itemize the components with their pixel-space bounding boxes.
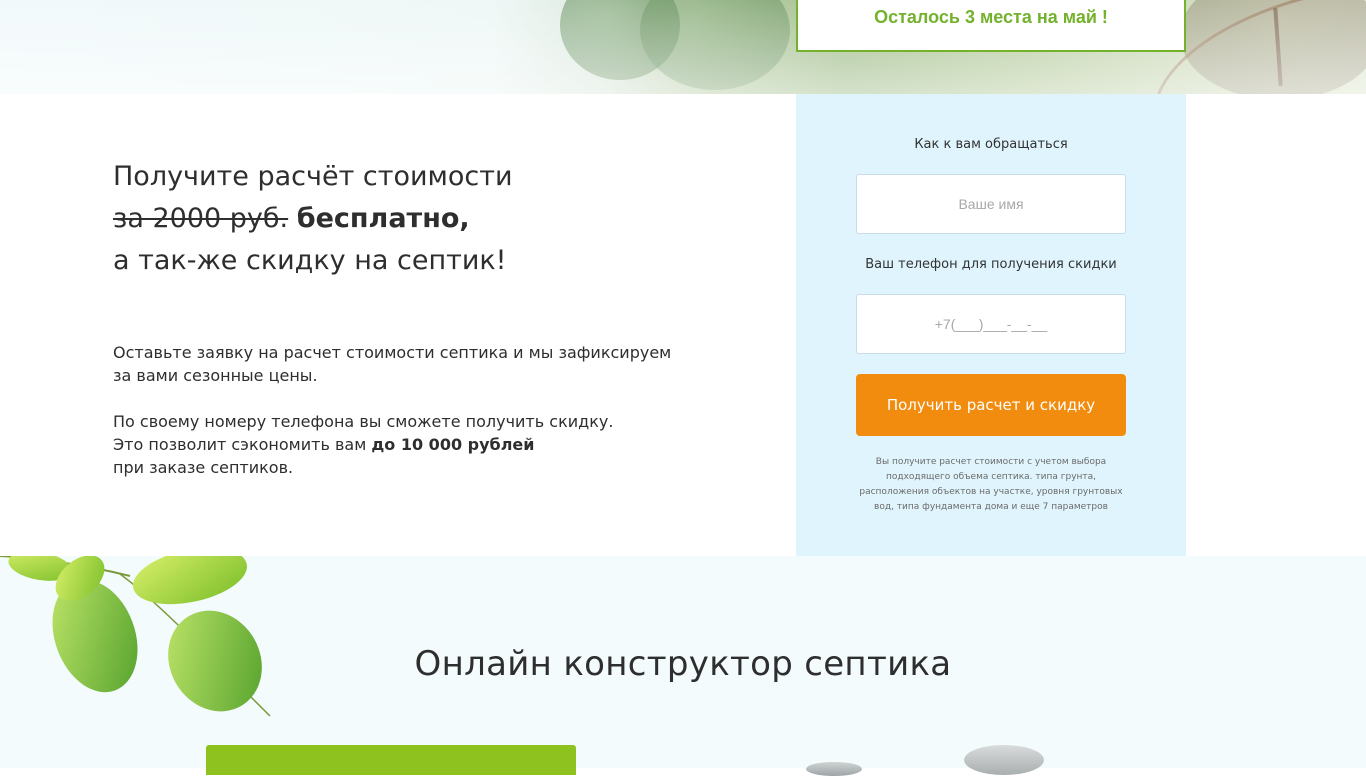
septic-ring-image — [964, 745, 1044, 775]
promo-box: Осталось 3 места на май ! — [796, 0, 1186, 52]
description-line: Это позволит сэкономить вам — [113, 435, 372, 454]
hero-banner: Осталось 3 места на май ! — [0, 0, 1366, 94]
phone-input[interactable] — [857, 294, 1125, 354]
name-input[interactable] — [857, 174, 1125, 234]
phone-field[interactable] — [856, 294, 1126, 354]
offer-line-1: Получите расчёт стоимости — [113, 161, 513, 192]
description-paragraph-1: Оставьте заявку на расчет стоимости септ… — [113, 343, 672, 385]
constructor-tab-button[interactable] — [206, 745, 576, 775]
get-quote-button[interactable]: Получить расчет и скидку — [856, 374, 1126, 436]
phone-label: Ваш телефон для получения скидки — [865, 257, 1117, 272]
promo-text: Осталось 3 места на май ! — [874, 6, 1108, 27]
offer-description: Оставьте заявку на расчет стоимости септ… — [113, 341, 673, 502]
discount-amount: до 10 000 рублей — [371, 435, 535, 454]
request-form: Как к вам обращаться Ваш телефон для пол… — [796, 94, 1186, 556]
description-paragraph-2: По своему номеру телефона вы сможете пол… — [113, 410, 673, 479]
constructor-title: Онлайн конструктор септика — [414, 644, 952, 684]
form-fine-print: Вы получите расчет стоимости с учетом вы… — [859, 457, 1123, 512]
description-line: По своему номеру телефона вы сможете пол… — [113, 412, 614, 431]
name-label: Как к вам обращаться — [914, 137, 1068, 152]
offer-line-2: за 2000 руб. бесплатно, — [113, 198, 513, 240]
septic-ring-image — [806, 762, 862, 776]
old-price: за 2000 руб. — [113, 203, 289, 234]
offer-line-3: а так-же скидку на септик! — [113, 245, 507, 276]
free-label: бесплатно, — [296, 203, 470, 234]
offer-headline: Получите расчёт стоимости за 2000 руб. б… — [113, 156, 513, 282]
leaves-image — [0, 556, 271, 717]
name-field[interactable] — [856, 174, 1126, 234]
description-line: при заказе септиков. — [113, 458, 294, 477]
